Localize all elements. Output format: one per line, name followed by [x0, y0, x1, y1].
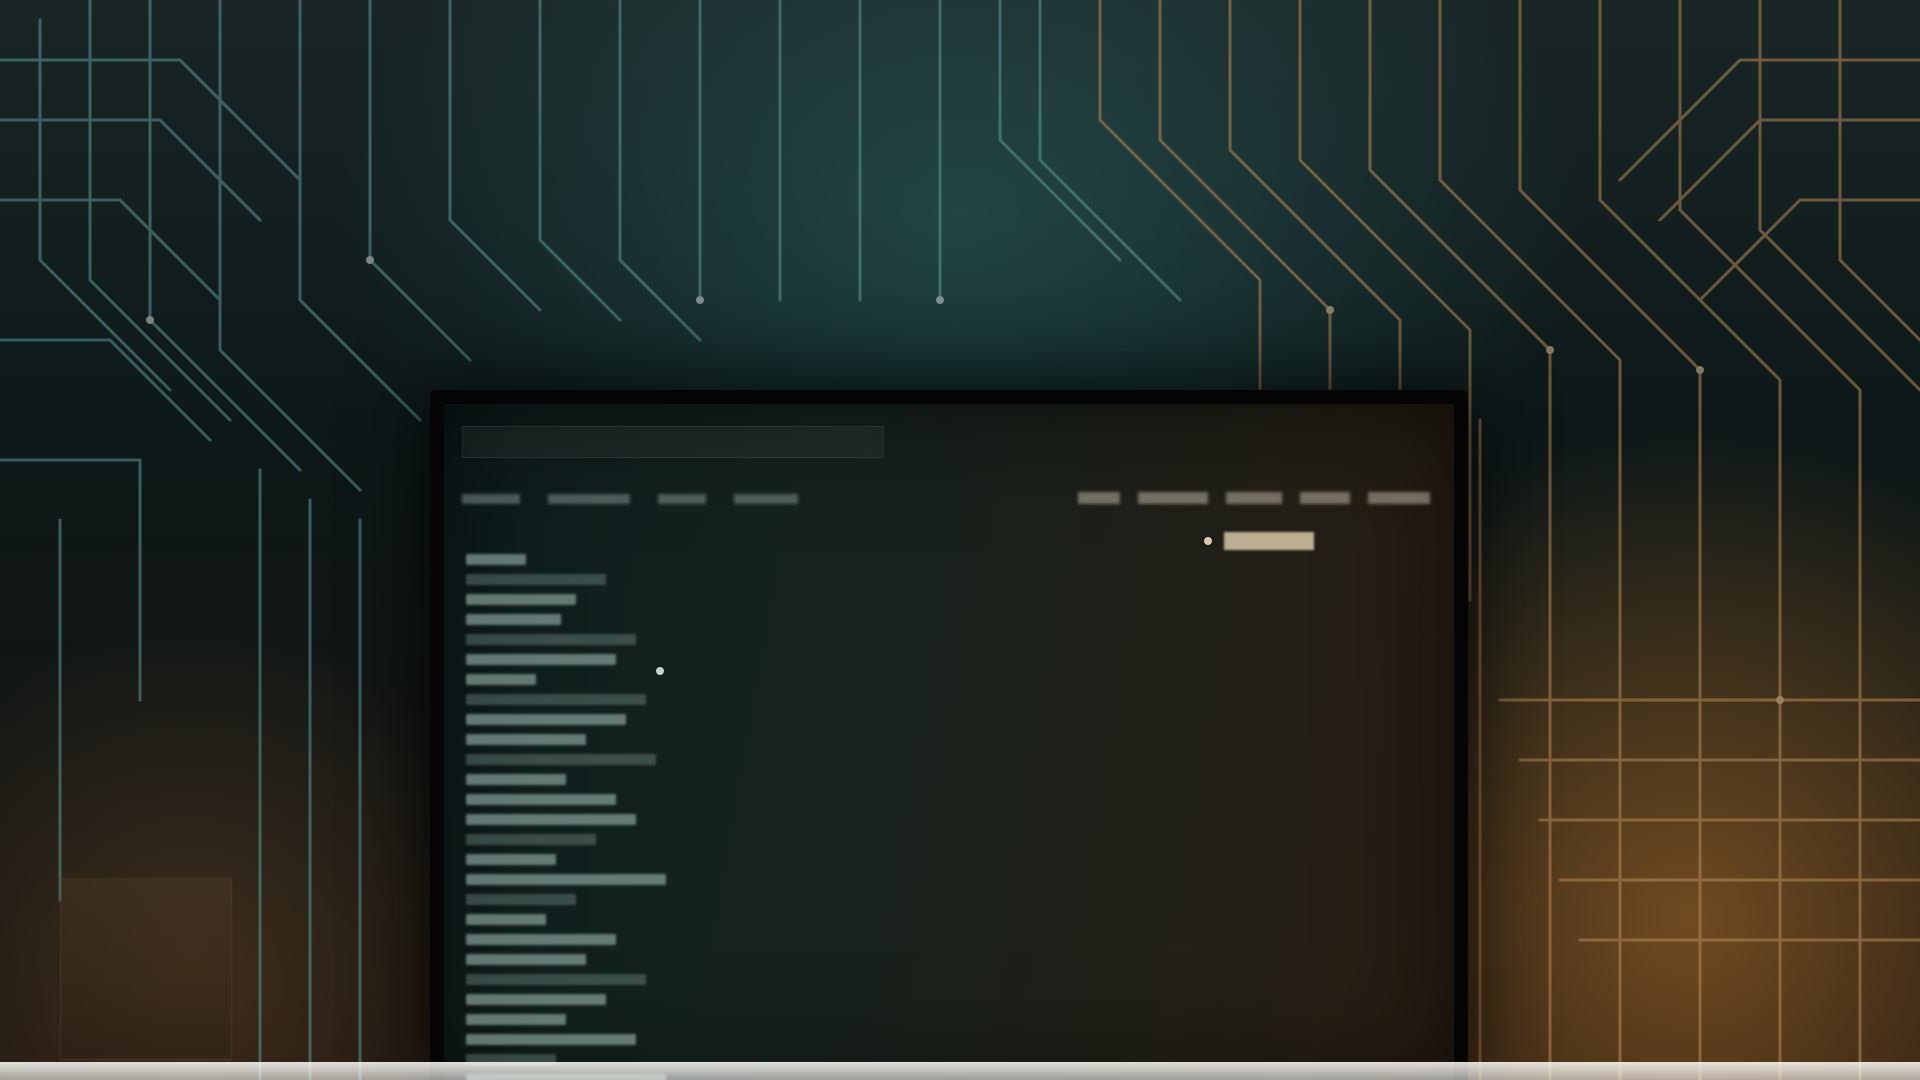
code-lines: [466, 554, 816, 1080]
monitor: [430, 390, 1468, 1080]
illustration-scene: [0, 0, 1920, 1080]
toolbar-right: [1078, 492, 1430, 504]
status-row: [1204, 532, 1314, 550]
desk-surface: [0, 1062, 1920, 1080]
window-titlebar: [462, 426, 884, 458]
foreground-object: [60, 878, 232, 1060]
